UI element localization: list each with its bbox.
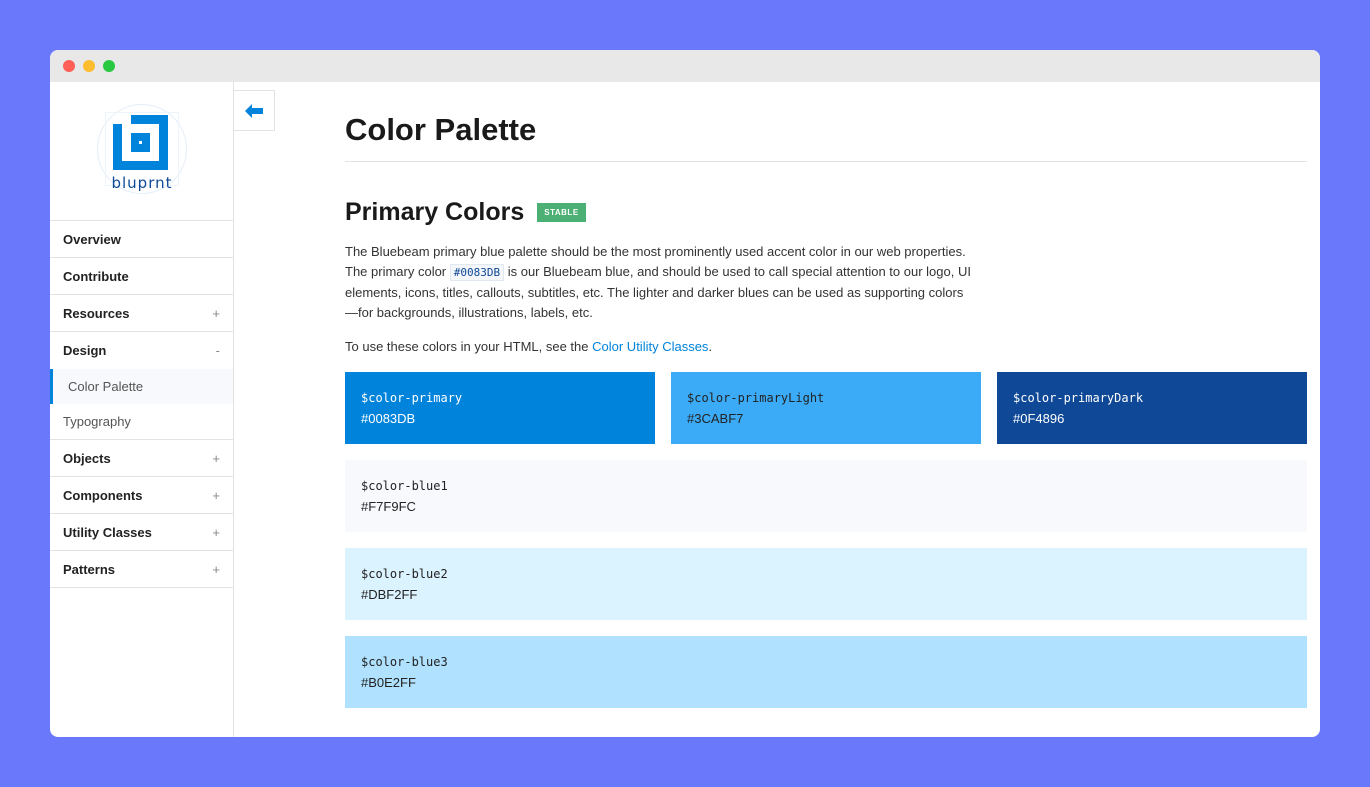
expand-icon[interactable]: + — [212, 525, 220, 540]
logo-mark-icon — [113, 115, 168, 170]
primary-swatch-row: $color-primary #0083DB $color-primaryLig… — [345, 372, 1307, 444]
usage-text: To use these colors in your HTML, see th… — [345, 339, 593, 354]
swatch-name: $color-primaryLight — [687, 391, 825, 405]
sidebar-item-label: Overview — [63, 231, 121, 247]
expand-icon[interactable]: + — [212, 451, 220, 466]
swatch-color-primary-light: $color-primaryLight #3CABF7 — [671, 372, 981, 444]
logo[interactable]: bluprnt — [50, 82, 233, 221]
browser-window: bluprnt Overview Contribute Resources + … — [50, 50, 1320, 737]
collapse-icon[interactable]: - — [216, 343, 220, 358]
swatch-hex: #F7F9FC — [361, 499, 416, 514]
maximize-window-dot[interactable] — [103, 60, 115, 72]
sidebar-subitem-typography[interactable]: Typography — [50, 404, 233, 439]
sidebar-item-label: Resources — [63, 305, 130, 321]
color-utility-classes-link[interactable]: Color Utility Classes — [592, 339, 708, 354]
sidebar-item-label: Patterns — [63, 561, 116, 577]
sidebar-item-label: Design — [63, 343, 107, 358]
sidebar-item-label: Objects — [63, 450, 111, 466]
swatch-name: $color-blue3 — [361, 655, 448, 669]
swatch-color-primary-dark: $color-primaryDark #0F4896 — [997, 372, 1307, 444]
sidebar-item-overview[interactable]: Overview — [50, 221, 233, 258]
sidebar-item-contribute[interactable]: Contribute — [50, 258, 233, 295]
main-content: Color Palette Primary Colors STABLE The … — [345, 82, 1307, 708]
swatch-hex: #B0E2FF — [361, 675, 416, 690]
sidebar-item-label: Utility Classes — [63, 524, 152, 540]
swatch-hex: #DBF2FF — [361, 587, 418, 602]
swatch-color-blue2: $color-blue2 #DBF2FF — [345, 548, 1307, 620]
swatch-name: $color-blue2 — [361, 567, 448, 581]
sidebar-item-utility-classes[interactable]: Utility Classes + — [50, 514, 233, 551]
section-header: Primary Colors STABLE — [345, 198, 1307, 227]
swatch-name: $color-blue1 — [361, 479, 448, 493]
usage-text: . — [708, 339, 713, 354]
usage-note: To use these colors in your HTML, see th… — [345, 339, 1307, 354]
sidebar-item-resources[interactable]: Resources + — [50, 295, 233, 332]
expand-icon[interactable]: + — [212, 488, 220, 503]
logo-text: bluprnt — [111, 174, 173, 192]
swatch-color-blue3: $color-blue3 #B0E2FF — [345, 636, 1307, 708]
title-divider — [345, 161, 1307, 162]
expand-icon[interactable]: + — [212, 562, 220, 577]
minimize-window-dot[interactable] — [83, 60, 95, 72]
sidebar-item-label: Contribute — [63, 268, 129, 284]
sidebar-item-design[interactable]: Design - — [50, 332, 233, 369]
status-badge: STABLE — [537, 203, 586, 222]
section-title: Primary Colors — [345, 198, 525, 226]
sidebar-item-components[interactable]: Components + — [50, 477, 233, 514]
swatch-color-primary: $color-primary #0083DB — [345, 372, 655, 444]
page-title: Color Palette — [345, 112, 537, 147]
swatch-color-blue1: $color-blue1 #F7F9FC — [345, 460, 1307, 532]
sidebar-item-patterns[interactable]: Patterns + — [50, 551, 233, 588]
sidebar: bluprnt Overview Contribute Resources + … — [50, 82, 234, 737]
sidebar-group-design: Design - Color Palette Typography — [50, 332, 233, 440]
swatch-name: $color-primary — [361, 391, 463, 405]
swatch-hex: #0083DB — [361, 411, 416, 426]
window-titlebar — [50, 50, 1320, 82]
inline-code: #0083DB — [449, 264, 505, 281]
section-description: The Bluebeam primary blue palette should… — [345, 242, 975, 323]
close-window-dot[interactable] — [63, 60, 75, 72]
expand-icon[interactable]: + — [212, 306, 220, 321]
sidebar-subitem-color-palette[interactable]: Color Palette — [50, 369, 233, 404]
swatch-name: $color-primaryDark — [1013, 391, 1144, 405]
collapse-sidebar-button[interactable] — [234, 90, 275, 131]
swatch-hex: #0F4896 — [1013, 411, 1065, 426]
sidebar-item-objects[interactable]: Objects + — [50, 440, 233, 477]
arrow-left-icon — [245, 103, 263, 118]
swatch-hex: #3CABF7 — [687, 411, 744, 426]
sidebar-item-label: Components — [63, 487, 143, 503]
